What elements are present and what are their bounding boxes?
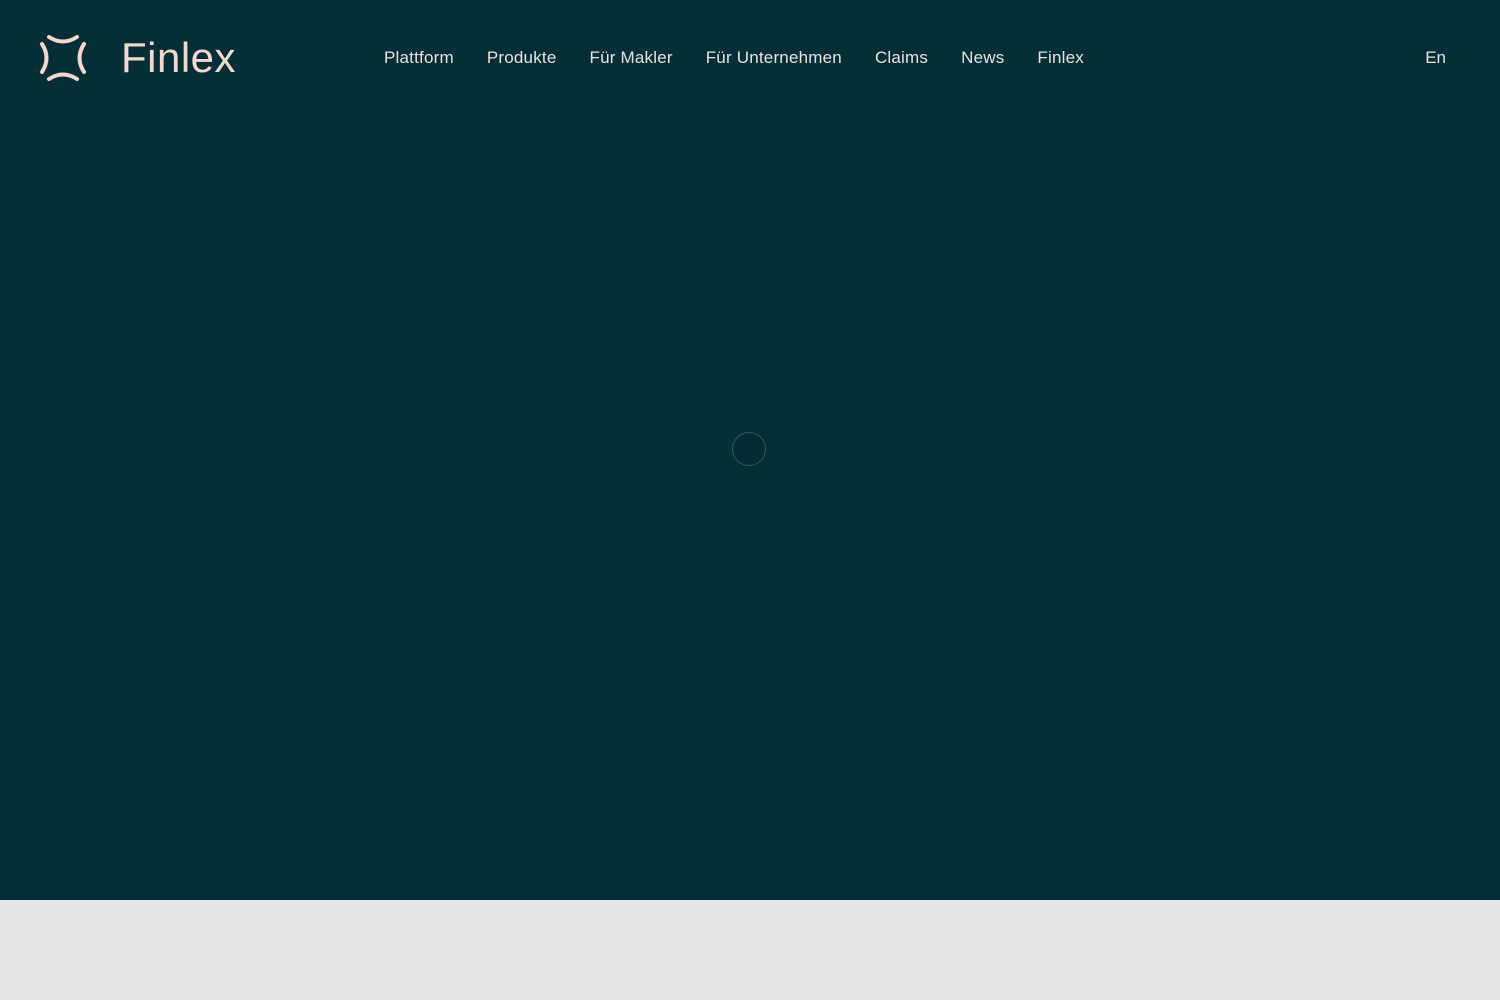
nav-item-plattform[interactable]: Plattform — [384, 46, 454, 70]
nav-item-finlex[interactable]: Finlex — [1037, 46, 1084, 70]
logo-link[interactable]: Finlex — [35, 30, 236, 86]
nav-item-fuer-makler[interactable]: Für Makler — [589, 46, 672, 70]
language-switch[interactable]: En — [1425, 46, 1446, 70]
finlex-mark-icon — [40, 35, 86, 81]
nav-item-news[interactable]: News — [961, 46, 1004, 70]
hero-section: Finlex Plattform Produkte Für Makler Für… — [0, 0, 1500, 900]
loading-spinner-icon — [732, 432, 766, 466]
site-header: Finlex Plattform Produkte Für Makler Für… — [0, 0, 1500, 116]
nav-item-fuer-unternehmen[interactable]: Für Unternehmen — [706, 46, 842, 70]
main-nav: Plattform Produkte Für Makler Für Untern… — [384, 46, 1084, 70]
nav-item-produkte[interactable]: Produkte — [487, 46, 557, 70]
page-bottom-band — [0, 900, 1500, 1000]
nav-item-claims[interactable]: Claims — [875, 46, 928, 70]
brand-name: Finlex — [121, 34, 237, 81]
